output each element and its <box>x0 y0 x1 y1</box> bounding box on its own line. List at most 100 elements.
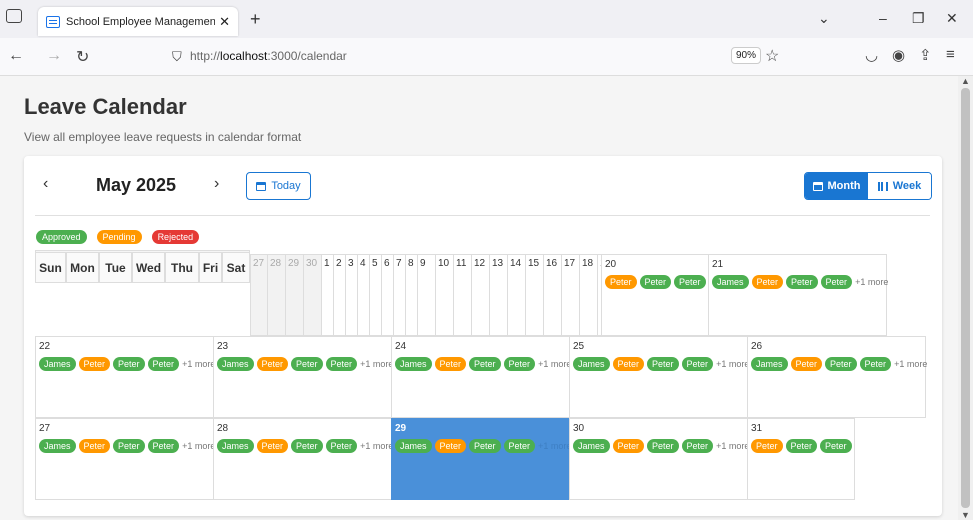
more-leaves-link[interactable]: +1 more <box>360 441 393 451</box>
next-month-button[interactable]: › <box>214 175 219 193</box>
day-cell[interactable]: 27 <box>250 254 268 336</box>
day-cell[interactable]: 27 James Peter Peter Peter +1 more <box>35 418 215 500</box>
more-leaves-link[interactable]: +1 more <box>716 359 749 369</box>
leave-chip-approved[interactable]: Peter <box>291 439 323 453</box>
leave-chip-approved[interactable]: Peter <box>820 275 853 289</box>
more-leaves-link[interactable]: +1 more <box>855 277 888 287</box>
back-icon[interactable]: ← <box>8 47 24 65</box>
page-scrollbar[interactable]: ▲ ▼ <box>958 76 973 520</box>
leave-chip-pending[interactable]: Peter <box>256 357 289 371</box>
leave-chip-pending[interactable]: Peter <box>751 439 783 453</box>
day-cell[interactable]: 25 James Peter Peter Peter +1 more <box>569 336 749 418</box>
more-leaves-link[interactable]: +1 more <box>538 359 571 369</box>
day-cell[interactable]: 30 James Peter Peter Peter +1 more <box>569 418 749 500</box>
tab-list-icon[interactable] <box>6 9 22 23</box>
day-cell[interactable]: 26 James Peter Peter Peter +1 more <box>747 336 927 418</box>
more-leaves-link[interactable]: +1 more <box>182 441 215 451</box>
leave-chip-approved[interactable]: James <box>573 439 610 453</box>
restore-icon[interactable]: ❐ <box>912 10 925 27</box>
leave-chip-approved[interactable]: James <box>395 357 432 371</box>
leave-chip-approved[interactable]: Peter <box>113 357 145 371</box>
leave-chip-pending[interactable]: Peter <box>751 275 784 289</box>
day-cell[interactable]: 17 <box>561 254 580 336</box>
day-cell[interactable]: 11 <box>453 254 472 336</box>
leave-chip-approved[interactable]: Peter <box>325 357 358 371</box>
leave-chip-pending[interactable]: Peter <box>612 439 645 453</box>
new-tab-icon[interactable]: + <box>250 9 261 30</box>
leave-chip-approved[interactable]: Peter <box>647 357 679 371</box>
more-leaves-link[interactable]: +1 more <box>182 359 215 369</box>
day-cell[interactable]: 12 <box>471 254 490 336</box>
leave-chip-approved[interactable]: Peter <box>674 275 706 289</box>
leave-chip-approved[interactable]: Peter <box>639 275 672 289</box>
leave-chip-approved[interactable]: Peter <box>291 357 323 371</box>
leave-chip-approved[interactable]: James <box>39 357 76 371</box>
leave-chip-approved[interactable]: Peter <box>647 439 679 453</box>
leave-chip-pending[interactable]: Peter <box>605 275 637 289</box>
day-cell[interactable]: 10 <box>435 254 454 336</box>
leave-chip-approved[interactable]: Peter <box>147 357 180 371</box>
tab-overflow-chevron-icon[interactable]: ⌄ <box>818 10 830 27</box>
leave-chip-approved[interactable]: James <box>217 439 254 453</box>
day-cell[interactable]: 20 Peter Peter Peter <box>601 254 709 336</box>
leave-chip-approved[interactable]: James <box>395 439 432 453</box>
day-cell[interactable]: 28 James Peter Peter Peter +1 more <box>213 418 393 500</box>
day-cell[interactable]: 22 James Peter Peter Peter +1 more <box>35 336 215 418</box>
leave-chip-approved[interactable]: Peter <box>825 357 857 371</box>
leave-chip-pending[interactable]: Peter <box>612 357 645 371</box>
today-button[interactable]: Today <box>246 172 311 200</box>
shield-icon[interactable]: ⛉ <box>172 49 182 65</box>
leave-chip-approved[interactable]: James <box>751 357 788 371</box>
month-view-button[interactable]: Month <box>805 173 868 199</box>
week-view-button[interactable]: Week <box>868 173 931 199</box>
leave-chip-approved[interactable]: Peter <box>469 439 501 453</box>
leave-chip-approved[interactable]: Peter <box>681 439 714 453</box>
leave-chip-approved[interactable]: Peter <box>859 357 892 371</box>
reload-icon[interactable]: ↻ <box>76 47 89 67</box>
zoom-indicator[interactable]: 90% <box>731 47 762 64</box>
day-cell[interactable]: 28 <box>267 254 286 336</box>
account-icon[interactable]: ◉ <box>892 46 905 64</box>
more-leaves-link[interactable]: +1 more <box>360 359 393 369</box>
scroll-up-icon[interactable]: ▲ <box>961 76 970 86</box>
leave-chip-approved[interactable]: Peter <box>681 357 714 371</box>
day-cell[interactable]: 14 <box>507 254 526 336</box>
tab-close-icon[interactable]: ✕ <box>219 14 230 30</box>
bookmark-star-icon[interactable]: ☆ <box>765 46 779 66</box>
scroll-down-icon[interactable]: ▼ <box>961 510 970 520</box>
leave-chip-approved[interactable]: James <box>573 357 610 371</box>
scrollbar-thumb[interactable] <box>961 88 970 508</box>
leave-chip-approved[interactable]: James <box>712 275 749 289</box>
more-leaves-link[interactable]: +1 more <box>716 441 749 451</box>
browser-tab[interactable]: School Employee Management ✕ <box>38 7 238 36</box>
leave-chip-pending[interactable]: Peter <box>790 357 823 371</box>
leave-chip-pending[interactable]: Peter <box>434 439 467 453</box>
leave-chip-pending[interactable]: Peter <box>434 357 467 371</box>
leave-chip-pending[interactable]: Peter <box>256 439 289 453</box>
prev-month-button[interactable]: ‹ <box>43 175 48 193</box>
leave-chip-approved[interactable]: Peter <box>503 357 536 371</box>
leave-chip-pending[interactable]: Peter <box>78 357 111 371</box>
day-cell[interactable]: 31 Peter Peter Peter <box>747 418 855 500</box>
forward-icon[interactable]: → <box>46 47 62 65</box>
leave-chip-approved[interactable]: Peter <box>113 439 145 453</box>
day-cell[interactable]: 24 James Peter Peter Peter +1 more <box>391 336 571 418</box>
url-bar[interactable]: http://localhost:3000/calendar <box>190 49 347 63</box>
close-window-icon[interactable]: ✕ <box>946 10 958 27</box>
day-cell[interactable]: 29 <box>285 254 304 336</box>
day-cell[interactable]: 9 <box>417 254 436 336</box>
leave-chip-approved[interactable]: Peter <box>820 439 852 453</box>
day-cell[interactable]: 21 James Peter Peter Peter +1 more <box>708 254 888 336</box>
more-leaves-link[interactable]: +1 more <box>538 441 571 451</box>
day-cell[interactable]: 18 <box>579 254 598 336</box>
leave-chip-approved[interactable]: Peter <box>325 439 358 453</box>
leave-chip-approved[interactable]: Peter <box>786 275 818 289</box>
leave-chip-approved[interactable]: Peter <box>147 439 180 453</box>
day-cell[interactable]: 23 James Peter Peter Peter +1 more <box>213 336 393 418</box>
more-leaves-link[interactable]: +1 more <box>894 359 927 369</box>
minimize-icon[interactable]: – <box>879 10 887 26</box>
pocket-icon[interactable]: ◡ <box>865 46 878 64</box>
leave-chip-pending[interactable]: Peter <box>78 439 111 453</box>
leave-chip-approved[interactable]: James <box>39 439 76 453</box>
menu-icon[interactable]: ≡ <box>946 46 955 63</box>
